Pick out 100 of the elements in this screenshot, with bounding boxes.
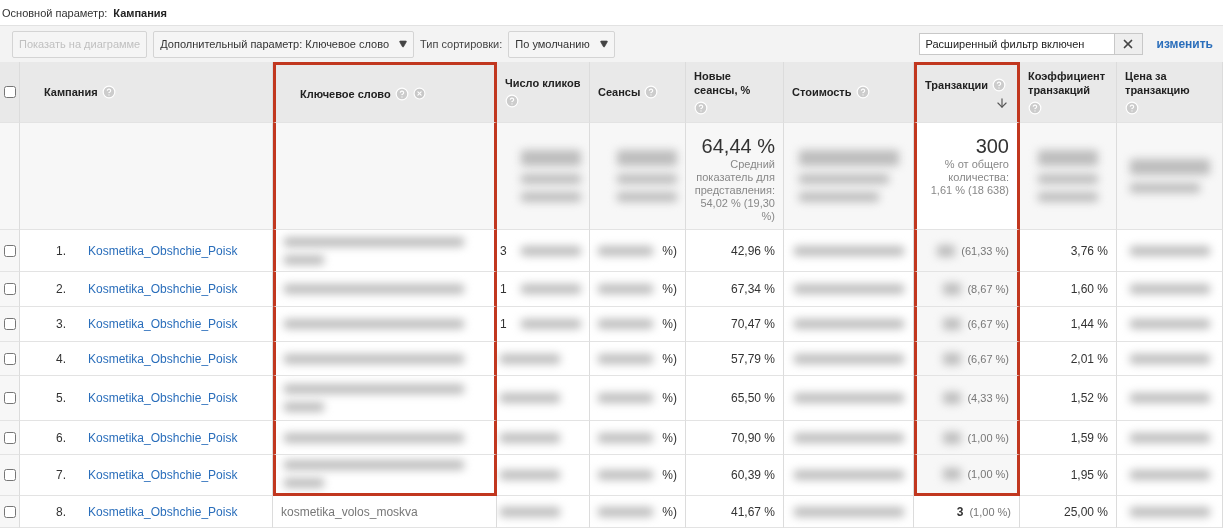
table-cell-text: (1,00 %) [967, 468, 1009, 480]
blurred-value [500, 470, 560, 480]
sort-label: Тип сортировки: [420, 38, 503, 50]
blurred-value [598, 506, 653, 517]
table-cell-text: 1,95 % [1070, 468, 1108, 482]
table-cell-text: 41,67 % [730, 504, 775, 519]
caret-icon [399, 40, 407, 48]
campaign-link[interactable]: Kosmetika_Obshchie_Poisk [88, 243, 238, 258]
table-cell-text: 1 [500, 282, 507, 296]
table-cell-text: 67,34 % [730, 282, 775, 296]
table-cell-text: (1,00 %) [967, 431, 1009, 444]
edit-link[interactable]: изменить [1156, 37, 1213, 51]
campaign-link[interactable]: Kosmetika_Obshchie_Poisk [88, 351, 238, 366]
row-number: 1. [56, 243, 67, 258]
keyword-text: kosmetika_volos_moskva [281, 504, 418, 519]
column-header[interactable]: Транзакции [914, 62, 1020, 123]
column-title: Цена за транзакцию [1125, 69, 1191, 97]
column-header[interactable]: Стоимость [784, 62, 914, 123]
table-cell-text: (61,33 %) [961, 244, 1009, 257]
table-cell-text: 1,52 % [1070, 391, 1108, 405]
column-title: Кампания [44, 85, 98, 99]
campaign-link[interactable]: Kosmetika_Obshchie_Poisk [88, 468, 238, 482]
column-title: Коэффициент транзакций [1028, 69, 1107, 97]
blurred-value [521, 245, 581, 256]
blurred-value [500, 393, 560, 403]
summary-value: 300 [975, 135, 1009, 158]
table-cell-text: %) [662, 282, 677, 296]
row-checkbox[interactable] [3, 318, 16, 330]
table-cell-text: (8,67 %) [967, 283, 1009, 295]
table-cell-text: %) [662, 351, 677, 366]
breadcrumb-label: Основной параметр: [2, 6, 108, 19]
campaign-link[interactable]: Kosmetika_Obshchie_Poisk [88, 504, 238, 519]
secondary-dimension-dropdown[interactable]: Дополнительный параметр: Ключевое слово [153, 30, 414, 58]
campaign-link[interactable]: Kosmetika_Obshchie_Poisk [88, 282, 238, 296]
row-number: 6. [56, 430, 67, 445]
blurred-value [598, 353, 653, 364]
blurred-value [598, 470, 653, 480]
blurred-value [617, 150, 677, 202]
row-checkbox[interactable] [3, 469, 16, 481]
table-cell-text: 1,59 % [1070, 430, 1108, 445]
table-cell-text: %) [662, 430, 677, 445]
column-header[interactable]: Цена за транзакцию [1117, 62, 1223, 123]
table-cell-text: 70,47 % [730, 317, 775, 331]
blurred-value [943, 431, 962, 444]
table-cell-text: 70,90 % [730, 430, 775, 445]
row-checkbox[interactable] [3, 352, 16, 365]
row-number: 4. [56, 351, 67, 366]
row-number: 3. [56, 317, 67, 331]
column-title: Новые сеансы, % [694, 69, 752, 97]
blurred-value [521, 284, 581, 294]
blurred-value [943, 352, 962, 365]
row-checkbox[interactable] [3, 505, 16, 518]
table-cell-text: 25,00 % [1063, 504, 1108, 519]
row-checkbox[interactable] [3, 244, 16, 257]
column-title: Сеансы [598, 85, 641, 99]
column-title: Ключевое слово [300, 86, 391, 101]
column-header[interactable]: Кампания [20, 62, 273, 123]
blurred-value [598, 284, 653, 294]
table-cell-text: %) [662, 504, 677, 519]
column-title: Стоимость [792, 85, 852, 99]
summary-note: % от общего количества: 1,61 % (18 638) [929, 158, 1009, 197]
select-all-checkbox[interactable] [3, 86, 16, 98]
column-title: Число кликов [505, 76, 581, 90]
breadcrumb-value: Кампания [113, 6, 168, 19]
table-cell-text: (6,67 %) [967, 352, 1009, 365]
table-cell-text: (4,33 %) [967, 392, 1009, 404]
column-header[interactable]: Число кликов [497, 62, 590, 123]
row-number: 2. [56, 282, 67, 296]
campaign-link[interactable]: Kosmetika_Obshchie_Poisk [88, 430, 238, 445]
row-number: 5. [56, 391, 67, 405]
table-cell-text: (6,67 %) [967, 318, 1009, 330]
blurred-value [598, 319, 653, 329]
blurred-value [943, 468, 962, 480]
summary-note: Средний показатель для представления: 54,02 % (19,30 %) [694, 158, 775, 223]
campaign-link[interactable]: Kosmetika_Obshchie_Poisk [88, 391, 238, 405]
row-checkbox[interactable] [3, 431, 16, 444]
table-cell-text: 3 [956, 504, 964, 519]
blurred-value [943, 392, 962, 404]
table-cell-text: 57,79 % [730, 351, 775, 366]
blurred-value [937, 244, 956, 257]
table-cell-text: %) [662, 468, 677, 482]
table-cell-text: %) [662, 391, 677, 405]
row-checkbox[interactable] [3, 392, 16, 404]
column-header[interactable]: Коэффициент транзакций [1020, 62, 1117, 123]
campaign-link[interactable]: Kosmetika_Obshchie_Poisk [88, 317, 238, 331]
filter-field[interactable]: Расширенный фильтр включен [918, 33, 1115, 55]
blurred-value [598, 393, 653, 403]
row-checkbox[interactable] [3, 283, 16, 295]
sort-dropdown[interactable]: По умолчанию [508, 30, 615, 58]
column-header[interactable]: Новые сеансы, % [686, 62, 784, 123]
blurred-value [521, 150, 581, 202]
table-cell-text: %) [662, 317, 677, 331]
column-title: Транзакции [925, 77, 988, 92]
clear-filter-button[interactable] [1114, 33, 1143, 55]
table-cell-text: 3,76 % [1070, 243, 1108, 258]
table-cell-text: (1,00 %) [969, 505, 1011, 518]
table-cell-text: %) [662, 243, 677, 258]
table-cell-text: 1 [500, 317, 507, 331]
blurred-value [500, 432, 560, 443]
column-header[interactable]: Сеансы [590, 62, 686, 123]
